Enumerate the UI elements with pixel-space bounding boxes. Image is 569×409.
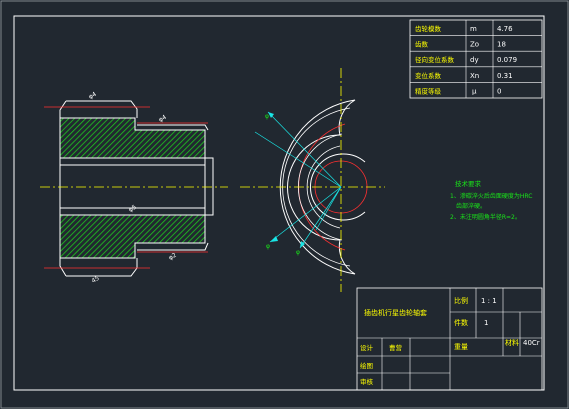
reviewer-label: 审核	[360, 377, 374, 386]
param-value-0: 4.76	[497, 25, 513, 33]
end-view[interactable]: φ φ φ	[240, 68, 385, 292]
designer-label: 设计	[360, 343, 374, 352]
param-name-3: 变位系数	[415, 71, 442, 80]
lower-section-hatch	[59, 214, 206, 259]
weight-label: 重量	[454, 343, 468, 351]
material-label: 材料	[505, 338, 519, 347]
param-name-4: 精度等级	[415, 86, 442, 95]
param-symbol-2: dy	[470, 56, 479, 64]
radial-label-3: φ	[296, 249, 300, 256]
param-value-4: 0	[497, 87, 501, 95]
drawer-label: 绘图	[360, 361, 373, 370]
param-value-3: 0.31	[497, 72, 513, 80]
param-name-2: 径向变位系数	[415, 55, 455, 64]
scale-value: 1 : 1	[481, 297, 497, 305]
param-symbol-0: m	[470, 25, 477, 33]
title-block: 插齿机行星齿轮轴套 比例 1 : 1 件数 1 重量 材料 40Cr 设计 曹营…	[356, 287, 543, 391]
param-value-1: 18	[497, 41, 506, 49]
param-symbol-4: μ	[472, 87, 477, 95]
material-value: 40Cr	[523, 339, 540, 347]
technical-requirements: 技术要求 1、渗碳淬火后齿面硬度为HRC 齿部淬硬。 2、未注明圆角半径R=2。	[450, 179, 532, 221]
radial-label-1: φ	[265, 113, 269, 120]
designer-value: 曹营	[389, 343, 403, 352]
dim-label-4: φ2	[168, 252, 178, 262]
param-name-0: 齿轮模数	[415, 24, 442, 33]
scale-label: 比例	[454, 296, 468, 305]
param-value-2: 0.079	[497, 56, 517, 64]
cad-drawing-canvas[interactable]: 齿轮模数 m 4.76 齿数 Zo 18 径向变位系数 dy 0.079 变位系…	[0, 0, 569, 409]
param-name-1: 齿数	[415, 40, 429, 49]
part-name: 插齿机行星齿轮轴套	[364, 308, 427, 317]
gear-parameter-table: 齿轮模数 m 4.76 齿数 Zo 18 径向变位系数 dy 0.079 变位系…	[409, 19, 543, 99]
tech-req-title: 技术要求	[455, 179, 482, 188]
radial-label-2: φ	[266, 243, 270, 250]
qty-label: 件数	[454, 318, 468, 327]
tech-req-line-1: 1、渗碳淬火后齿面硬度为HRC	[450, 192, 532, 200]
qty-value: 1	[484, 319, 488, 327]
tech-req-line-3: 2、未注明圆角半径R=2。	[450, 213, 521, 221]
param-symbol-1: Zo	[470, 41, 479, 49]
dim-label-2: φ4	[158, 114, 168, 124]
dim-label-3: φ5	[128, 204, 138, 214]
param-symbol-3: Xn	[470, 72, 479, 80]
tech-req-line-2: 齿部淬硬。	[456, 202, 486, 210]
dim-label-1: φ4	[88, 91, 98, 101]
upper-section-hatch	[59, 117, 206, 159]
section-view[interactable]: φ4 φ4 φ5 φ2 45	[40, 91, 228, 285]
